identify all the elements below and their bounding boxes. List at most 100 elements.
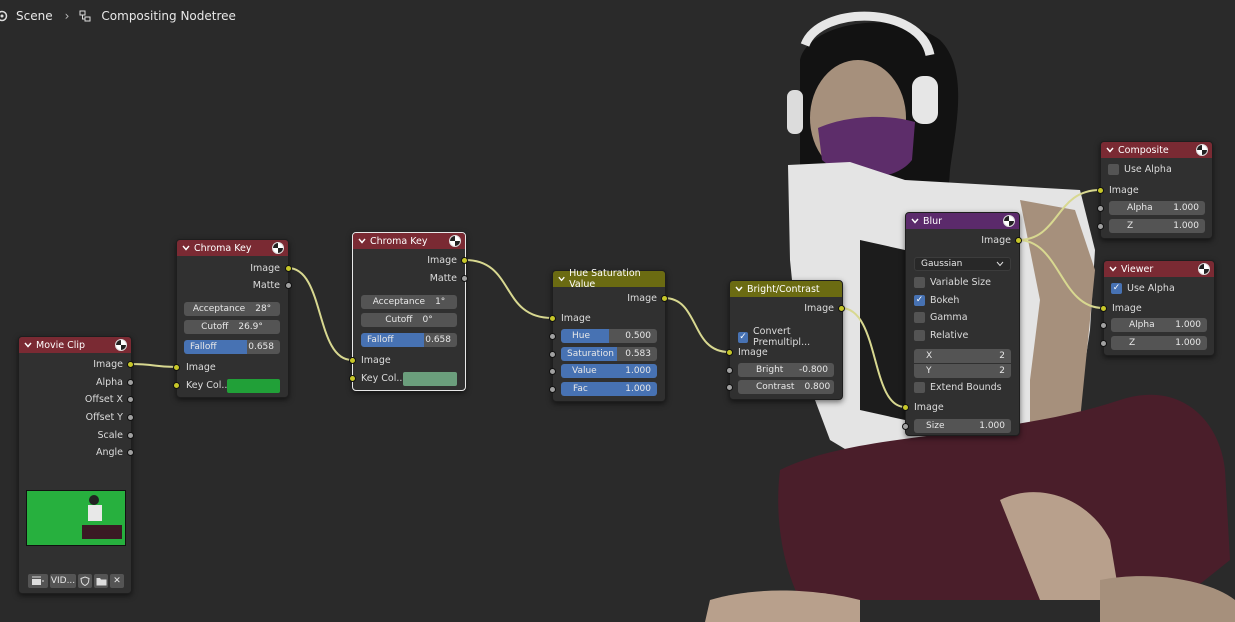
node-header[interactable]: Hue Saturation Value (553, 268, 665, 290)
breadcrumb-scene[interactable]: Scene (16, 9, 53, 23)
node-header[interactable]: Composite (1101, 142, 1212, 158)
close-icon[interactable]: ✕ (110, 574, 124, 588)
socket-saturation-in[interactable] (549, 351, 556, 358)
socket-contrast-in[interactable] (726, 384, 733, 391)
saturation-slider[interactable]: Saturation 0.583 (561, 347, 657, 361)
contrast-field[interactable]: Contrast 0.800 (738, 380, 834, 394)
chroma-key-node-2[interactable]: Chroma Key Image Matte Acceptance 1° Cuto… (349, 232, 468, 391)
z-field[interactable]: Z 1.000 (1111, 336, 1207, 350)
composite-node[interactable]: Composite Use Alpha Image Alpha 1.000 Z 1.… (1097, 141, 1213, 239)
socket-image-in[interactable] (549, 315, 556, 322)
socket-image-out[interactable] (461, 257, 468, 264)
socket-offset-x-out[interactable] (127, 396, 134, 403)
checkmark-icon[interactable]: ✓ (738, 331, 749, 343)
alpha-field[interactable]: Alpha 1.000 (1111, 318, 1207, 332)
preview-sphere-icon[interactable] (1198, 263, 1210, 275)
chevron-down-icon[interactable] (910, 216, 920, 226)
socket-alpha-in[interactable] (1097, 205, 1104, 212)
x-field[interactable]: X2 (914, 349, 1011, 363)
socket-z-in[interactable] (1100, 340, 1107, 347)
socket-bright-in[interactable] (726, 367, 733, 374)
chevron-down-icon[interactable] (1108, 264, 1118, 274)
preview-sphere-icon[interactable] (272, 242, 284, 254)
falloff-slider[interactable]: Falloff 0.658 (361, 333, 457, 347)
checkbox-icon[interactable] (914, 382, 925, 393)
socket-image-in[interactable] (1097, 187, 1104, 194)
viewer-node[interactable]: Viewer ✓ Use Alpha Image Alpha 1.000 Z 1.0… (1100, 260, 1215, 356)
alpha-field[interactable]: Alpha 1.000 (1109, 201, 1205, 215)
size-field[interactable]: Size 1.000 (914, 419, 1011, 433)
node-header[interactable]: Chroma Key (177, 240, 288, 256)
socket-image-out[interactable] (285, 265, 292, 272)
use-alpha-checkbox[interactable]: ✓ Use Alpha (1111, 283, 1175, 294)
filter-type-dropdown[interactable]: Gaussian (914, 257, 1011, 271)
node-header[interactable]: Bright/Contrast (730, 281, 842, 297)
socket-z-in[interactable] (1097, 223, 1104, 230)
z-field[interactable]: Z 1.000 (1109, 219, 1205, 233)
socket-image-in[interactable] (349, 357, 356, 364)
clip-name-field[interactable]: VID... (50, 574, 76, 588)
key-color-swatch[interactable] (227, 379, 280, 393)
movie-clip-node[interactable]: Movie Clip Image Alpha Offset X Offset Y… (18, 336, 134, 594)
value-slider[interactable]: Value 1.000 (561, 364, 657, 378)
socket-image-out[interactable] (1015, 237, 1022, 244)
socket-image-out[interactable] (661, 295, 668, 302)
folder-icon[interactable] (94, 574, 108, 588)
socket-value-in[interactable] (549, 368, 556, 375)
checkbox-icon[interactable] (1108, 164, 1119, 175)
acceptance-field[interactable]: Acceptance 28° (184, 302, 280, 316)
socket-matte-out[interactable] (461, 275, 468, 282)
socket-image-in[interactable] (902, 404, 909, 411)
bright-field[interactable]: Bright -0.800 (738, 363, 834, 377)
node-header[interactable]: Blur (906, 213, 1019, 229)
node-header[interactable]: Chroma Key (353, 233, 465, 249)
checkmark-icon[interactable]: ✓ (914, 295, 925, 306)
relative-checkbox[interactable]: Relative (914, 330, 968, 341)
socket-key-color-in[interactable] (173, 382, 180, 389)
preview-sphere-icon[interactable] (449, 235, 461, 247)
gamma-checkbox[interactable]: Gamma (914, 312, 968, 323)
chevron-down-icon[interactable] (557, 274, 566, 284)
preview-sphere-icon[interactable] (115, 339, 127, 351)
extend-bounds-checkbox[interactable]: Extend Bounds (914, 382, 1002, 393)
key-color-swatch[interactable] (403, 372, 457, 386)
socket-key-color-in[interactable] (349, 375, 356, 382)
y-field[interactable]: Y2 (914, 364, 1011, 378)
checkbox-icon[interactable] (914, 330, 925, 341)
chevron-down-icon[interactable] (357, 236, 367, 246)
socket-scale-out[interactable] (127, 432, 134, 439)
use-alpha-checkbox[interactable]: Use Alpha (1108, 164, 1172, 175)
checkbox-icon[interactable] (914, 277, 925, 288)
socket-size-in[interactable] (902, 423, 909, 430)
hue-saturation-value-node[interactable]: Hue Saturation Value Image Image Hue 0.50… (549, 268, 668, 402)
socket-angle-out[interactable] (127, 449, 134, 456)
clip-icon[interactable] (28, 574, 48, 588)
socket-image-in[interactable] (1100, 305, 1107, 312)
node-header[interactable]: Movie Clip (19, 337, 131, 353)
cutoff-field[interactable]: Cutoff 26.9° (184, 320, 280, 334)
socket-hue-in[interactable] (549, 333, 556, 340)
socket-offset-y-out[interactable] (127, 414, 134, 421)
socket-fac-in[interactable] (549, 386, 556, 393)
checkbox-icon[interactable] (914, 312, 925, 323)
bright-contrast-node[interactable]: Bright/Contrast Image ✓ Convert Premulti… (726, 280, 845, 400)
acceptance-field[interactable]: Acceptance 1° (361, 295, 457, 309)
socket-alpha-out[interactable] (127, 379, 134, 386)
socket-matte-out[interactable] (285, 282, 292, 289)
socket-alpha-in[interactable] (1100, 322, 1107, 329)
chevron-down-icon[interactable] (23, 340, 33, 350)
bokeh-checkbox[interactable]: ✓ Bokeh (914, 295, 959, 306)
socket-image-in[interactable] (173, 364, 180, 371)
socket-image-in[interactable] (726, 349, 733, 356)
preview-sphere-icon[interactable] (1003, 215, 1015, 227)
node-header[interactable]: Viewer (1104, 261, 1214, 277)
chevron-down-icon[interactable] (181, 243, 191, 253)
shield-icon[interactable] (78, 574, 92, 588)
fac-slider[interactable]: Fac 1.000 (561, 382, 657, 396)
breadcrumb-nodetree[interactable]: Compositing Nodetree (101, 9, 236, 23)
blur-node[interactable]: Blur Image Gaussian Variable Size ✓ Boke… (902, 212, 1022, 436)
socket-image-out[interactable] (838, 305, 845, 312)
falloff-slider[interactable]: Falloff 0.658 (184, 340, 280, 354)
hue-slider[interactable]: Hue 0.500 (561, 329, 657, 343)
socket-image-out[interactable] (127, 361, 134, 368)
